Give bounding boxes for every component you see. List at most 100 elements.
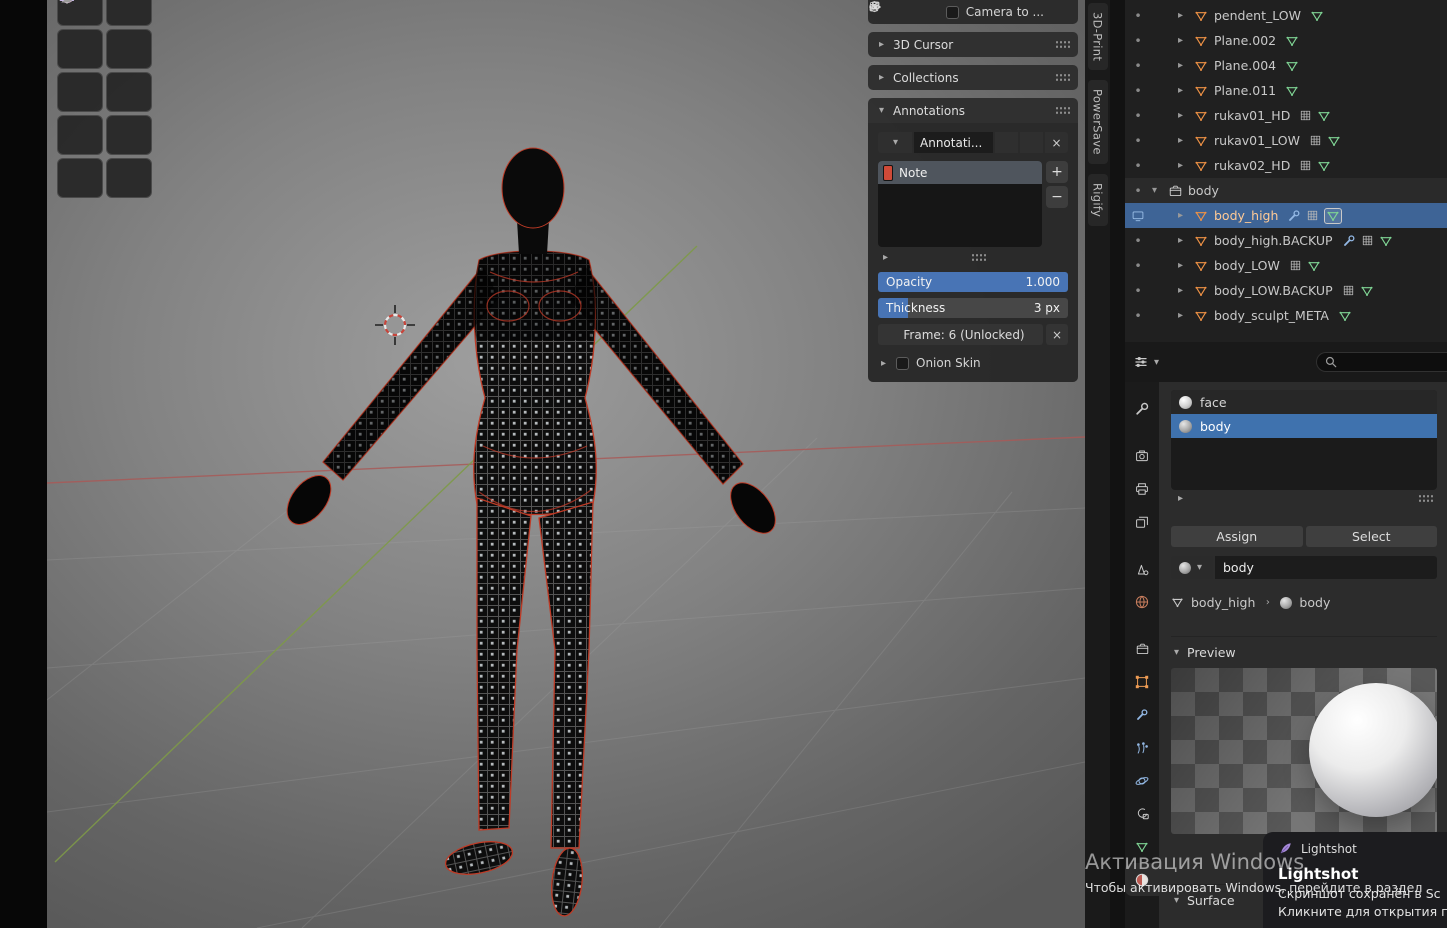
object-data-icon[interactable] [1285,34,1299,48]
outliner-item-body_high[interactable]: ▸body_high [1125,203,1447,228]
outliner-item-body_LOW.BACKUP[interactable]: •▸body_LOW.BACKUP [1125,278,1447,303]
outliner-item-Plane.011[interactable]: •▸Plane.011 [1125,78,1447,103]
outliner-item-pendent_LOW[interactable]: •▸pendent_LOW [1125,3,1447,28]
modifiers-icon[interactable] [1287,209,1301,223]
chevron-right-icon[interactable]: ▸ [880,252,891,263]
properties-tab-view-layer[interactable] [1125,505,1159,538]
expander-icon[interactable]: ▸ [1178,310,1192,321]
duplicate-button[interactable] [1020,132,1043,153]
onion-skin-checkbox[interactable] [896,357,909,370]
add-layer-button[interactable]: + [1046,161,1068,183]
expander-icon[interactable]: ▸ [1178,110,1192,121]
outliner-item-body[interactable]: •▾body [1125,178,1447,203]
drag-handle-icon[interactable] [1055,73,1070,82]
lightshot-notification[interactable]: Lightshot Lightshot Скриншот сохранён в … [1263,832,1447,928]
tool-button-cube-shadow[interactable] [106,158,152,198]
object-data-icon[interactable] [1360,284,1374,298]
tab-rigify[interactable]: Rigify [1088,174,1108,226]
object-data-icon[interactable] [1327,134,1341,148]
properties-tab-modifiers[interactable] [1125,698,1159,731]
properties-search-input[interactable] [1316,352,1447,372]
properties-tab-object[interactable] [1125,665,1159,698]
material-browse-menu[interactable]: ▾ [1171,556,1213,579]
grid-icon[interactable] [1299,159,1312,172]
breadcrumb-object[interactable]: body_high [1191,595,1255,610]
tool-button-torus[interactable] [106,29,152,69]
expander-icon[interactable]: ▸ [1178,235,1192,246]
panel-header-annotations[interactable]: ▾ Annotations [868,98,1078,123]
editor-type-menu[interactable]: ▾ [1133,354,1162,370]
expander-icon[interactable]: ▾ [1152,185,1166,196]
properties-tab-scene[interactable] [1125,552,1159,585]
material-name-field[interactable]: body [1215,556,1437,579]
outliner-item-rukav02_HD[interactable]: •▸rukav02_HD [1125,153,1447,178]
assign-button[interactable]: Assign [1171,526,1303,547]
expander-icon[interactable]: ▸ [1178,35,1192,46]
tool-button-cube-outline[interactable] [57,115,103,155]
tool-button-transform[interactable] [106,115,152,155]
outliner-item-rukav01_HD[interactable]: •▸rukav01_HD [1125,103,1447,128]
object-data-icon[interactable] [1285,84,1299,98]
tab-3d-print[interactable]: 3D-Print [1088,3,1108,70]
outliner-item-Plane.002[interactable]: •▸Plane.002 [1125,28,1447,53]
properties-tab-object-data[interactable] [1125,830,1159,863]
tool-button-plane-dot[interactable] [106,0,152,26]
panel-header-collections[interactable]: ▸ Collections [868,65,1078,90]
properties-tab-tool[interactable] [1125,392,1159,425]
expander-icon[interactable]: ▸ [1178,10,1192,21]
outliner-item-rukav01_LOW[interactable]: •▸rukav01_LOW [1125,128,1447,153]
expander-icon[interactable]: ▸ [1178,260,1192,271]
object-data-icon[interactable] [1285,59,1299,73]
properties-tab-physics[interactable] [1125,764,1159,797]
outliner-item-body_high.BACKUP[interactable]: •▸body_high.BACKUP [1125,228,1447,253]
remove-layer-button[interactable]: − [1046,186,1068,208]
grid-icon[interactable] [1309,134,1322,147]
material-slot-body[interactable]: body [1171,414,1437,438]
breadcrumb-material[interactable]: body [1299,595,1330,610]
opacity-slider[interactable]: Opacity 1.000 [878,272,1068,292]
object-data-icon[interactable] [1317,109,1331,123]
modifiers-icon[interactable] [1342,234,1356,248]
object-data-icon[interactable] [1310,9,1324,23]
tool-button-cube[interactable] [57,29,103,69]
select-button[interactable]: Select [1306,526,1438,547]
object-data-icon[interactable] [1317,159,1331,173]
properties-tab-particles[interactable] [1125,731,1159,764]
tool-button-sphere[interactable] [106,72,152,112]
annotation-name-field[interactable]: Annotati... [914,132,993,153]
material-slot-face[interactable]: face [1171,390,1437,414]
properties-tab-constraints[interactable] [1125,797,1159,830]
thickness-slider[interactable]: Thickness 3 px [878,298,1068,318]
grid-icon[interactable] [1361,234,1374,247]
properties-tab-collection[interactable] [1125,632,1159,665]
unlink-button[interactable]: × [1045,132,1068,153]
viewport-3d[interactable]: Camera to ... ▸ 3D Cursor ▸ Collections … [47,0,1085,928]
properties-tab-material[interactable] [1125,863,1159,896]
properties-tab-world[interactable] [1125,585,1159,618]
expander-icon[interactable]: ▸ [1178,210,1192,221]
shield-button[interactable] [995,132,1018,153]
object-data-icon[interactable] [1338,309,1352,323]
layer-color-swatch[interactable] [883,165,893,181]
grid-icon[interactable] [1289,259,1302,272]
grid-icon[interactable] [1342,284,1355,297]
annotation-layer-note[interactable]: Note [878,161,1042,184]
expander-icon[interactable]: ▸ [1178,285,1192,296]
grid-icon[interactable] [1306,209,1319,222]
camera-to-view-checkbox[interactable] [946,6,959,19]
object-data-icon[interactable] [1307,259,1321,273]
drag-handle-icon[interactable] [1418,494,1433,503]
drag-handle-icon[interactable] [1055,40,1070,49]
properties-tab-output[interactable] [1125,472,1159,505]
outliner-item-body_LOW[interactable]: •▸body_LOW [1125,253,1447,278]
tool-button-sphere-segment[interactable] [57,72,103,112]
preview-panel-header[interactable]: ▾ Preview [1171,636,1437,660]
drag-handle-icon[interactable] [1055,106,1070,115]
expander-icon[interactable]: ▸ [1178,135,1192,146]
drag-handle-icon[interactable] [971,253,986,262]
frame-lock-button[interactable]: Frame: 6 (Unlocked) [878,324,1043,345]
object-data-icon[interactable] [1379,234,1393,248]
tool-button-wedge[interactable] [57,158,103,198]
outliner-item-body_sculpt_META[interactable]: •▸body_sculpt_META [1125,303,1447,328]
expander-icon[interactable]: ▸ [1178,160,1192,171]
